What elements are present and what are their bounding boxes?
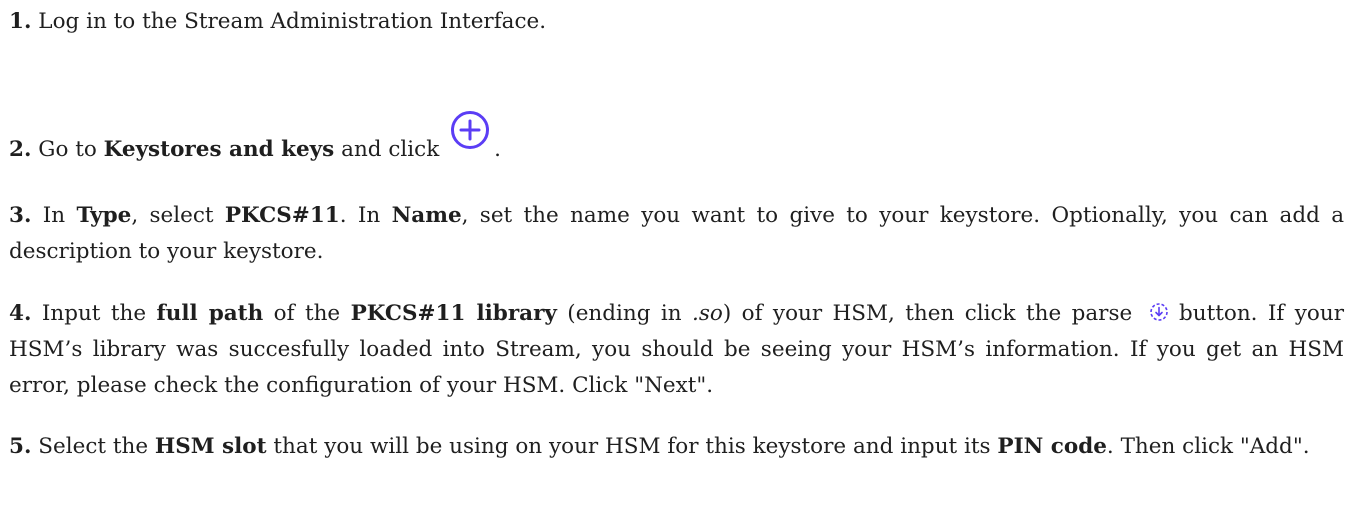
step-text: . Then click "Add".	[1106, 434, 1310, 459]
type-label: Type	[76, 203, 132, 228]
step-text: . In	[339, 203, 392, 228]
hsm-slot-label: HSM slot	[154, 434, 267, 459]
step-text: Select the	[31, 434, 155, 459]
step-2: 2. Go to Keystores and keys and click .	[9, 111, 1344, 168]
step-number: 1.	[9, 9, 32, 34]
step-text: , select	[131, 203, 225, 228]
parse-icon[interactable]	[1149, 298, 1169, 321]
step-text: In	[31, 203, 77, 228]
step-text: Log in to the Stream Administration Inte…	[31, 9, 547, 34]
keystores-and-keys-label: Keystores and keys	[103, 137, 335, 162]
add-circle-icon[interactable]	[450, 110, 490, 150]
step-number: 2.	[9, 137, 32, 162]
pkcs11-library-label: PKCS#11 library	[350, 301, 557, 326]
full-path-label: full path	[156, 301, 264, 326]
step-text: (ending in	[556, 301, 693, 326]
step-text: .	[494, 137, 501, 162]
so-extension: .so	[692, 301, 723, 326]
step-1: 1. Log in to the Stream Administration I…	[9, 4, 1344, 40]
step-number: 5.	[9, 434, 32, 459]
step-5: 5. Select the HSM slot that you will be …	[9, 429, 1344, 465]
pin-code-label: PIN code	[997, 434, 1107, 459]
step-text: Input the	[31, 301, 157, 326]
step-number: 4.	[9, 301, 32, 326]
step-text: ) of your HSM, then click the parse	[722, 301, 1143, 326]
name-label: Name	[391, 203, 462, 228]
step-3: 3. In Type, select PKCS#11. In Name, set…	[9, 198, 1344, 270]
step-number: 3.	[9, 203, 32, 228]
pkcs11-label: PKCS#11	[224, 203, 340, 228]
step-4: 4. Input the full path of the PKCS#11 li…	[9, 296, 1344, 404]
step-text: Go to	[31, 137, 104, 162]
step-text: and click	[334, 137, 447, 162]
step-text: that you will be using on your HSM for t…	[266, 434, 998, 459]
step-text: of the	[263, 301, 351, 326]
